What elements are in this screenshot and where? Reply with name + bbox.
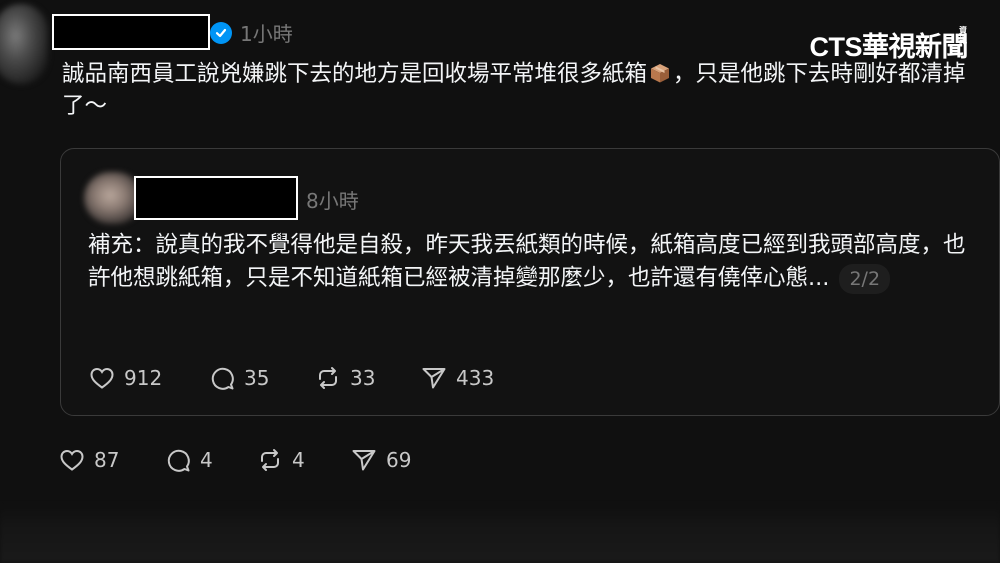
share-button[interactable]: 69 [350,446,411,474]
avatar[interactable] [0,4,48,84]
quoted-like-button[interactable]: 912 [88,364,208,392]
post-text: 誠品南西員工說兇嫌跳下去的地方是回收場平常堆很多紙箱 ，只是他跳下去時剛好都清掉了… [62,58,987,122]
like-count: 87 [94,448,120,472]
quoted-timestamp[interactable]: 8小時 [306,185,359,214]
comment-bubble-icon [167,449,190,472]
post-text-main: 誠品南西員工說兇嫌跳下去的地方是回收場平常堆很多紙箱 [62,61,648,87]
post-action-bar: 87 4 4 69 [58,446,411,474]
quoted-action-bar: 912 35 33 433 [88,364,494,392]
repost-icon [261,449,279,471]
reply-button[interactable]: 4 [164,446,256,474]
quoted-share-button[interactable]: 433 [420,364,494,392]
page-indicator: 2/2 [839,264,891,294]
quoted-reply-count: 35 [244,366,270,390]
comment-bubble-icon [211,367,234,390]
username-redacted[interactable] [52,14,210,50]
package-box-emoji [649,61,671,83]
brand-logo-small: 資訊 [959,26,967,45]
quoted-text-body: 補充：說真的我不覺得他是自殺，昨天我丟紙類的時候，紙箱高度已經到我頭部高度，也許… [88,232,966,291]
quoted-repost-count: 33 [350,366,376,390]
quoted-share-count: 433 [456,366,495,390]
repost-icon [319,367,337,389]
blurred-next-post [0,505,1000,563]
quoted-post-text: 補充：說真的我不覺得他是自殺，昨天我丟紙類的時候，紙箱高度已經到我頭部高度，也許… [88,229,968,295]
post-timestamp[interactable]: 1小時 [240,18,293,47]
send-icon [352,450,376,471]
like-button[interactable]: 87 [58,446,164,474]
heart-icon [90,367,114,389]
quoted-like-count: 912 [124,366,163,390]
verified-badge-icon [210,22,232,44]
repost-button[interactable]: 4 [256,446,350,474]
heart-icon [60,449,84,471]
reply-count: 4 [200,448,213,472]
send-icon [422,368,446,389]
quoted-username-redacted[interactable] [134,176,298,220]
quoted-repost-button[interactable]: 33 [314,364,420,392]
quoted-reply-button[interactable]: 35 [208,364,314,392]
share-count: 69 [386,448,412,472]
repost-count: 4 [292,448,305,472]
